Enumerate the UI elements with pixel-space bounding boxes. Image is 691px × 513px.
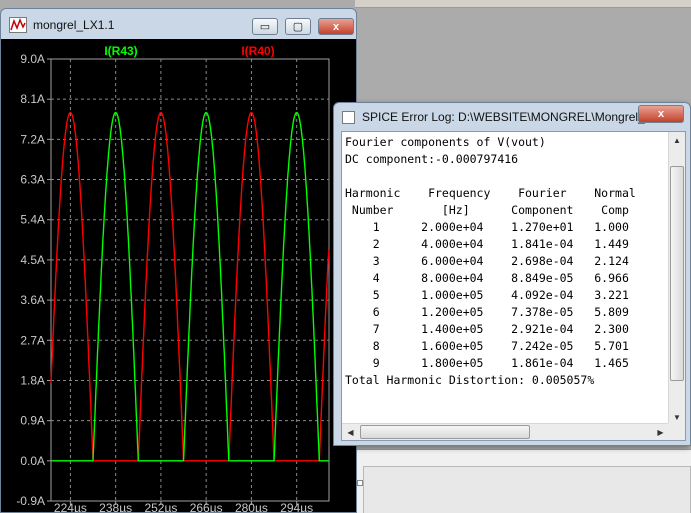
log-line: 9 1.800e+05 1.861e-04 1.465 bbox=[345, 356, 629, 370]
log-app-icon bbox=[342, 111, 355, 124]
size-grip[interactable] bbox=[668, 423, 685, 440]
background-panel-area bbox=[363, 466, 691, 513]
x-tick-label: 252µs bbox=[144, 501, 177, 512]
minimize-icon: ▭ bbox=[259, 21, 271, 33]
log-line: 4 8.000e+04 8.849e-05 6.966 bbox=[345, 271, 629, 285]
restore-button[interactable]: ▢ bbox=[285, 18, 311, 35]
log-line: Harmonic Frequency Fourier Normal bbox=[345, 186, 636, 200]
close-button[interactable]: x bbox=[318, 18, 354, 35]
plot-frame bbox=[50, 58, 330, 502]
log-titlebar[interactable]: SPICE Error Log: D:\WEBSITE\MONGREL\Mong… bbox=[334, 103, 690, 131]
y-tick-label: 9.0A bbox=[20, 52, 45, 66]
x-tick-label: 280µs bbox=[235, 501, 268, 512]
waveform-app-icon bbox=[9, 17, 27, 33]
log-line: 1 2.000e+04 1.270e+01 1.000 bbox=[345, 220, 629, 234]
log-text-area[interactable]: Fourier components of V(vout) DC componen… bbox=[341, 131, 686, 441]
legend-ir40: I(R40) bbox=[241, 44, 274, 58]
vertical-scrollbar[interactable]: ▲ ▼ bbox=[668, 132, 685, 426]
log-close-button[interactable]: x bbox=[638, 105, 684, 123]
scroll-right-icon[interactable]: ▶ bbox=[652, 424, 669, 440]
window-title: mongrel_LX1.1 bbox=[33, 18, 115, 32]
spice-error-log-window: SPICE Error Log: D:\WEBSITE\MONGREL\Mong… bbox=[333, 102, 691, 446]
log-line: 3 6.000e+04 2.698e-04 2.124 bbox=[345, 254, 629, 268]
restore-icon: ▢ bbox=[292, 21, 304, 33]
log-window-title: SPICE Error Log: D:\WEBSITE\MONGREL\Mong… bbox=[362, 110, 655, 124]
waveform-window: mongrel_LX1.1 ▭ ▢ x 9.0A 8.1A 7.2A 6.3A 5.4A… bbox=[0, 8, 357, 513]
x-tick-label: 238µs bbox=[99, 501, 132, 512]
waveform-titlebar[interactable]: mongrel_LX1.1 ▭ ▢ x bbox=[1, 9, 356, 39]
background-toolbar bbox=[355, 0, 691, 8]
background-panel bbox=[355, 449, 691, 513]
y-tick-label: 6.3A bbox=[20, 173, 45, 187]
log-text: Fourier components of V(vout) DC componen… bbox=[345, 134, 658, 417]
log-line: Total Harmonic Distortion: 0.005057% bbox=[345, 373, 595, 387]
y-tick-label: 4.5A bbox=[20, 253, 45, 267]
log-line: Number [Hz] Component Comp bbox=[345, 203, 629, 217]
y-tick-label: 5.4A bbox=[20, 213, 45, 227]
series-i-r43-line bbox=[51, 111, 329, 462]
y-tick-label: 7.2A bbox=[20, 132, 45, 146]
x-tick-label: 266µs bbox=[190, 501, 223, 512]
y-tick-label: 0.9A bbox=[20, 414, 45, 428]
y-tick-label: 3.6A bbox=[20, 293, 45, 307]
log-line: Fourier components of V(vout) bbox=[345, 135, 546, 149]
close-icon: x bbox=[332, 20, 340, 33]
minimize-button[interactable]: ▭ bbox=[252, 18, 278, 35]
close-icon: x bbox=[657, 108, 665, 120]
plot-canvas[interactable]: 9.0A 8.1A 7.2A 6.3A 5.4A 4.5A 3.6A 2.7A 1.8A 0.9A… bbox=[1, 39, 356, 513]
x-tick-label: 294µs bbox=[280, 501, 313, 512]
scroll-up-icon[interactable]: ▲ bbox=[669, 132, 685, 149]
legend-ir43: I(R43) bbox=[104, 44, 137, 58]
log-line: DC component:-0.000797416 bbox=[345, 152, 519, 166]
vertical-scroll-thumb[interactable] bbox=[670, 166, 684, 381]
log-line: 2 4.000e+04 1.841e-04 1.449 bbox=[345, 237, 629, 251]
y-tick-label: -0.9A bbox=[16, 494, 45, 508]
background-checkbox[interactable] bbox=[357, 480, 363, 486]
y-tick-label: 0.0A bbox=[20, 454, 45, 468]
scroll-left-icon[interactable]: ◀ bbox=[342, 424, 359, 440]
log-line: 5 1.000e+05 4.092e-04 3.221 bbox=[345, 288, 629, 302]
log-line: 7 1.400e+05 2.921e-04 2.300 bbox=[345, 322, 629, 336]
horizontal-scrollbar[interactable]: ◀ ▶ bbox=[342, 423, 669, 440]
log-line: 6 1.200e+05 7.378e-05 5.809 bbox=[345, 305, 629, 319]
y-tick-label: 2.7A bbox=[20, 333, 45, 347]
y-tick-label: 8.1A bbox=[20, 92, 45, 106]
y-tick-label: 1.8A bbox=[20, 373, 45, 387]
log-line: 8 1.600e+05 7.242e-05 5.701 bbox=[345, 339, 629, 353]
waveform-plot[interactable]: 9.0A 8.1A 7.2A 6.3A 5.4A 4.5A 3.6A 2.7A 1.8A 0.9A… bbox=[1, 39, 356, 513]
series-i-r40-line bbox=[50, 111, 330, 462]
x-tick-label: 224µs bbox=[54, 501, 87, 512]
horizontal-scroll-thumb[interactable] bbox=[360, 425, 530, 439]
